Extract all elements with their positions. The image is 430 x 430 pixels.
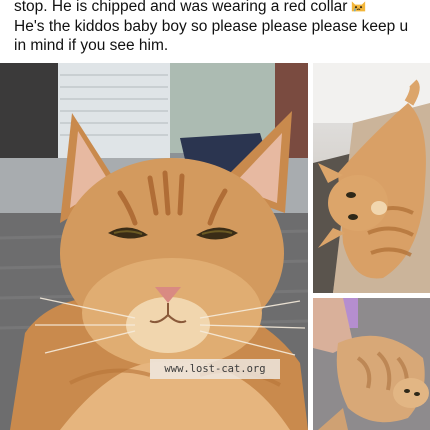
post-text: stop. He is chipped and was wearing a re… (14, 0, 430, 59)
crying-cat-emoji-icon (352, 1, 366, 12)
photo-top-right[interactable] (313, 63, 430, 293)
cat-photo-icon (313, 298, 430, 430)
photo-bottom-right[interactable] (313, 298, 430, 430)
post-line-1: stop. He is chipped and was wearing a re… (14, 0, 348, 15)
watermark: www.lost-cat.org (150, 359, 280, 379)
post-line: He's the kiddos baby boy so please pleas… (14, 17, 409, 35)
cat-photo-icon (313, 63, 430, 293)
post-line: stop. He is chipped and was wearing a re… (14, 0, 430, 17)
post-line: in mind if you see him. (14, 37, 169, 54)
